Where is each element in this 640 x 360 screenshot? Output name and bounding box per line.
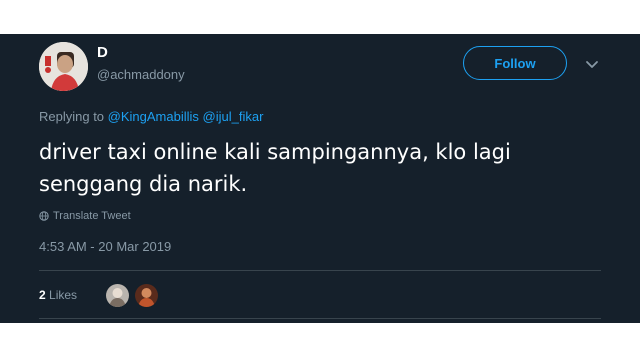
- liker-avatar-image: [106, 284, 129, 307]
- follow-button[interactable]: Follow: [463, 46, 567, 80]
- liker-avatar-image: [135, 284, 158, 307]
- tweet-text: driver taxi online kali sampingannya, kl…: [39, 136, 609, 200]
- author-display-name[interactable]: D: [97, 44, 108, 61]
- author-avatar[interactable]: [39, 42, 88, 91]
- translate-label: Translate Tweet: [53, 210, 131, 222]
- replying-to: Replying to @KingAmabillis @ijul_fikar: [39, 109, 263, 124]
- tweet-card: D @achmaddony Follow Replying to @KingAm…: [0, 34, 640, 323]
- liker-avatar[interactable]: [105, 283, 130, 308]
- author-handle[interactable]: @achmaddony: [97, 67, 185, 82]
- replying-to-label: Replying to: [39, 109, 105, 124]
- likes-stat[interactable]: 2 Likes: [39, 288, 77, 302]
- mention-link[interactable]: @ijul_fikar: [203, 109, 264, 124]
- chevron-down-icon[interactable]: [584, 56, 600, 72]
- divider: [39, 318, 601, 319]
- divider: [39, 270, 601, 271]
- liker-avatar[interactable]: [134, 283, 159, 308]
- tweet-text-line: driver taxi online kali sampingannya, kl…: [39, 140, 511, 164]
- avatar-image: [39, 42, 88, 91]
- likes-label: Likes: [49, 288, 78, 302]
- tweet-timestamp[interactable]: 4:53 AM - 20 Mar 2019: [39, 239, 171, 254]
- globe-icon: [39, 211, 49, 221]
- likes-count: 2: [39, 288, 46, 302]
- translate-tweet[interactable]: Translate Tweet: [39, 210, 131, 222]
- mention-link[interactable]: @KingAmabillis: [108, 109, 199, 124]
- tweet-text-line: senggang dia narik.: [39, 172, 248, 196]
